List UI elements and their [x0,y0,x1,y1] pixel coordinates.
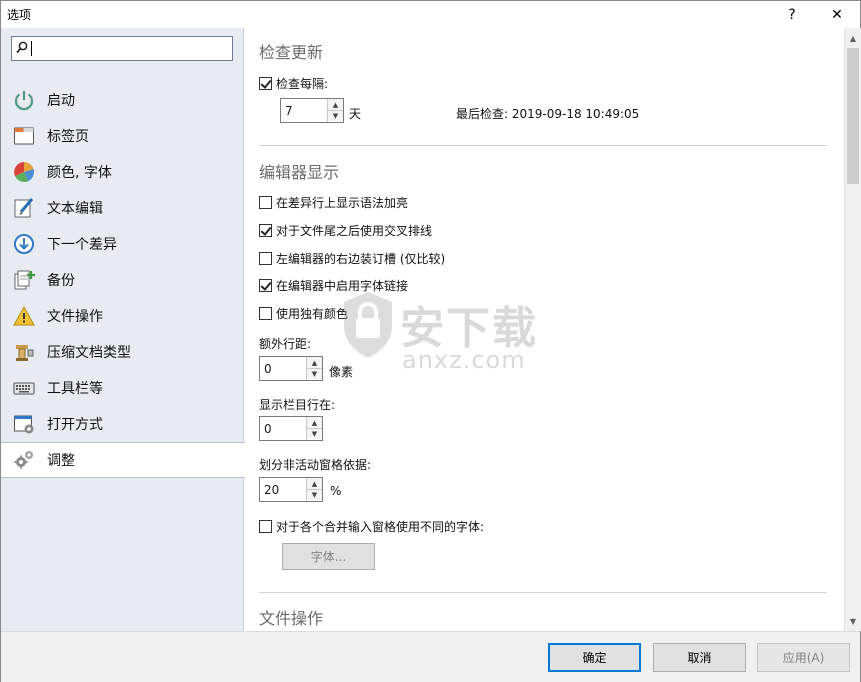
backup-icon [12,268,36,292]
split-stepper[interactable]: 20 ▲ ▼ [259,477,323,502]
increment-button[interactable]: ▲ [307,357,322,368]
check-every-checkbox[interactable]: 检查每隔: [259,75,328,92]
checkbox-box[interactable] [259,224,272,237]
down-arrow-circle-icon [12,232,36,256]
last-check-text: 最后检查: 2019-09-18 10:49:05 [456,107,640,121]
sidebar: 启动 标签页 颜色, 字体 文本编辑 下一个差异 备份 文件操作 压缩文档类型 … [1,28,245,631]
split-label: 划分非活动窗格依据: [259,458,372,472]
open-with-icon [12,412,36,436]
extra-spacing-label: 额外行距: [259,337,312,351]
syntax-highlight-checkbox[interactable]: 在差异行上显示语法加亮 [259,194,408,211]
sidebar-item-label: 工具栏等 [47,381,103,397]
increment-button[interactable]: ▲ [307,478,322,489]
font-button[interactable]: 字体... [282,543,375,570]
sidebar-item-label: 启动 [47,93,75,109]
window-title: 选项 [7,8,32,22]
sidebar-item-label: 打开方式 [47,417,103,433]
sidebar-item-label: 备份 [47,273,75,289]
archive-icon [12,340,36,364]
checkbox-box[interactable] [259,520,272,533]
split-unit: % [330,484,342,498]
sidebar-item-open-with[interactable]: 打开方式 [1,406,244,442]
checkbox-box[interactable] [259,196,272,209]
sidebar-item-tweaks[interactable]: 调整 [1,442,245,478]
ok-button[interactable]: 确定 [548,643,641,672]
sidebar-item-text-edit[interactable]: 文本编辑 [1,190,244,226]
sidebar-item-archive-types[interactable]: 压缩文档类型 [1,334,244,370]
sidebar-nav: 启动 标签页 颜色, 字体 文本编辑 下一个差异 备份 文件操作 压缩文档类型 … [1,82,245,478]
checkbox-box[interactable] [259,307,272,320]
update-interval-stepper[interactable]: 7 ▲ ▼ [280,98,344,123]
keyboard-icon [12,376,36,400]
increment-button[interactable]: ▲ [307,417,322,428]
sidebar-item-next-diff[interactable]: 下一个差异 [1,226,244,262]
section-title-editor-display: 编辑器显示 [259,163,340,182]
shield-icon [344,292,392,358]
watermark-subtext: anxz.com [402,346,526,374]
checkbox-box[interactable] [259,77,272,90]
sidebar-item-startup[interactable]: 启动 [1,82,244,118]
power-icon [12,88,36,112]
help-button[interactable]: ? [770,1,814,28]
section-title-file-ops: 文件操作 [259,609,324,628]
divider [259,145,827,146]
decrement-button[interactable]: ▼ [307,428,322,439]
sidebar-item-label: 标签页 [47,129,89,145]
warning-icon [12,304,36,328]
edit-icon [12,196,36,220]
dialog-footer: 确定 取消 应用(A) [1,631,860,682]
decrement-button[interactable]: ▼ [307,489,322,500]
title-bar: 选项 ? ✕ [1,1,860,28]
sidebar-item-label: 颜色, 字体 [47,165,112,181]
settings-panel: 检查更新 检查每隔: 7 ▲ ▼ 天 最后检查: 2019-09-18 10:4… [245,28,843,631]
column-row-stepper[interactable]: 0 ▲ ▼ [259,416,323,441]
scroll-up-icon[interactable]: ▲ [845,30,861,46]
column-row-label: 显示栏目行在: [259,398,336,412]
tab-icon [12,124,36,148]
sidebar-item-label: 调整 [47,453,75,469]
watermark: 安下载 anxz.com [340,290,650,380]
sidebar-item-toolbars[interactable]: 工具栏等 [1,370,244,406]
options-dialog: 选项 ? ✕ 启动 标签页 颜色, 字体 文本编辑 下一个差异 备份 文件操作 … [0,0,861,682]
checkbox-box[interactable] [259,279,272,292]
sidebar-item-tabs[interactable]: 标签页 [1,118,244,154]
crosshatch-checkbox[interactable]: 对于文件尾之后使用交叉排线 [259,222,432,239]
cancel-button[interactable]: 取消 [653,643,746,672]
unique-color-checkbox[interactable]: 使用独有颜色 [259,305,348,322]
decrement-button[interactable]: ▼ [328,110,343,121]
apply-button[interactable]: 应用(A) [757,643,850,672]
divider [259,592,827,593]
sidebar-item-label: 下一个差异 [47,237,117,253]
diff-font-checkbox[interactable]: 对于各个合并输入窗格使用不同的字体: [259,518,484,535]
color-wheel-icon [12,160,36,184]
sidebar-item-label: 文件操作 [47,309,103,325]
sidebar-item-backup[interactable]: 备份 [1,262,244,298]
extra-spacing-stepper[interactable]: 0 ▲ ▼ [259,356,323,381]
sidebar-item-label: 文本编辑 [47,201,103,217]
sidebar-item-file-ops[interactable]: 文件操作 [1,298,244,334]
scroll-down-icon[interactable]: ▼ [845,613,861,629]
interval-unit: 天 [349,107,362,121]
vertical-scrollbar[interactable]: ▲ ▼ [844,28,861,631]
gears-icon [12,448,36,472]
increment-button[interactable]: ▲ [328,99,343,110]
section-title-check-updates: 检查更新 [259,43,324,62]
checkbox-box[interactable] [259,252,272,265]
scroll-thumb[interactable] [847,48,859,184]
decrement-button[interactable]: ▼ [307,368,322,379]
gutter-checkbox[interactable]: 左编辑器的右边装订槽 (仅比较) [259,250,445,267]
sidebar-item-label: 压缩文档类型 [47,345,131,361]
search-input[interactable] [11,36,233,61]
close-button[interactable]: ✕ [815,1,859,28]
sidebar-item-colors-fonts[interactable]: 颜色, 字体 [1,154,244,190]
search-icon [16,41,28,57]
